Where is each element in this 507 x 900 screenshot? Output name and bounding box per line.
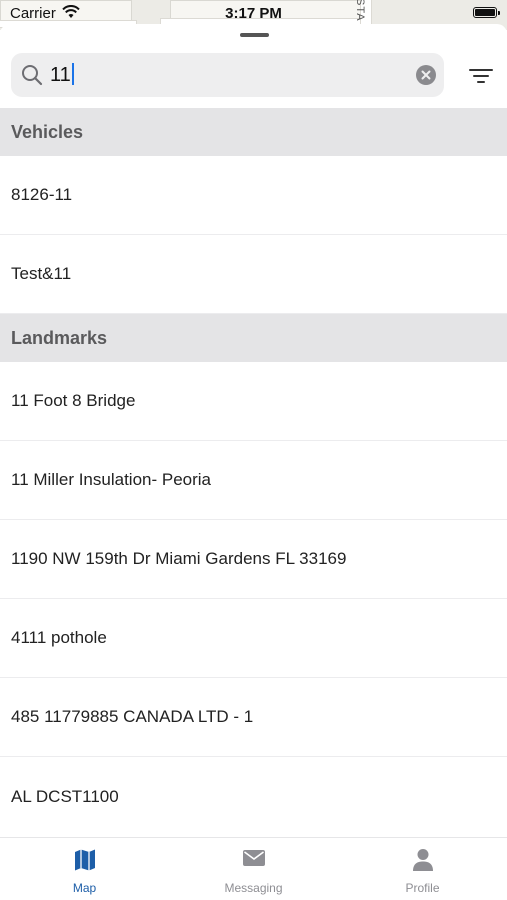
section-header-landmarks: Landmarks — [0, 314, 507, 362]
list-item[interactable]: 11 Foot 8 Bridge — [0, 362, 507, 441]
tab-profile-label: Profile — [405, 881, 440, 895]
battery-icon — [473, 7, 500, 18]
mail-icon — [169, 848, 338, 872]
list-item[interactable]: 8126-11 — [0, 156, 507, 235]
sheet-grabber-handle[interactable] — [240, 33, 269, 37]
list-item[interactable]: 485 11779885 CANADA LTD - 1 — [0, 678, 507, 757]
search-sheet: 11 Vehicles 8126-11 Test&11 Landmarks 11… — [0, 24, 507, 900]
list-item[interactable]: Test&11 — [0, 235, 507, 314]
tab-messaging-label: Messaging — [224, 881, 283, 895]
clear-search-icon[interactable] — [416, 65, 436, 90]
tab-map-label: Map — [72, 881, 97, 895]
search-input-value: 11 — [50, 63, 74, 87]
list-item[interactable]: AL DCST1100 — [0, 757, 507, 836]
search-input[interactable]: 11 — [11, 53, 444, 97]
section-header-vehicles: Vehicles — [0, 108, 507, 156]
search-row: 11 — [0, 53, 507, 99]
list-item[interactable]: 1190 NW 159th Dr Miami Gardens FL 33169 — [0, 520, 507, 599]
map-icon — [0, 848, 169, 872]
search-icon — [21, 64, 43, 91]
tab-messaging[interactable]: Messaging — [169, 838, 338, 900]
tab-bar: Map Messaging Profile — [0, 837, 507, 900]
list-item[interactable]: 4111 pothole — [0, 599, 507, 678]
filter-icon[interactable] — [469, 67, 493, 90]
text-caret — [71, 63, 74, 85]
list-item[interactable]: 11 Miller Insulation- Peoria — [0, 441, 507, 520]
tab-profile[interactable]: Profile — [338, 838, 507, 900]
search-results-list[interactable]: Vehicles 8126-11 Test&11 Landmarks 11 Fo… — [0, 108, 507, 838]
person-icon — [338, 848, 507, 872]
clock-label: 3:17 PM — [225, 5, 282, 22]
tab-map[interactable]: Map — [0, 838, 169, 900]
